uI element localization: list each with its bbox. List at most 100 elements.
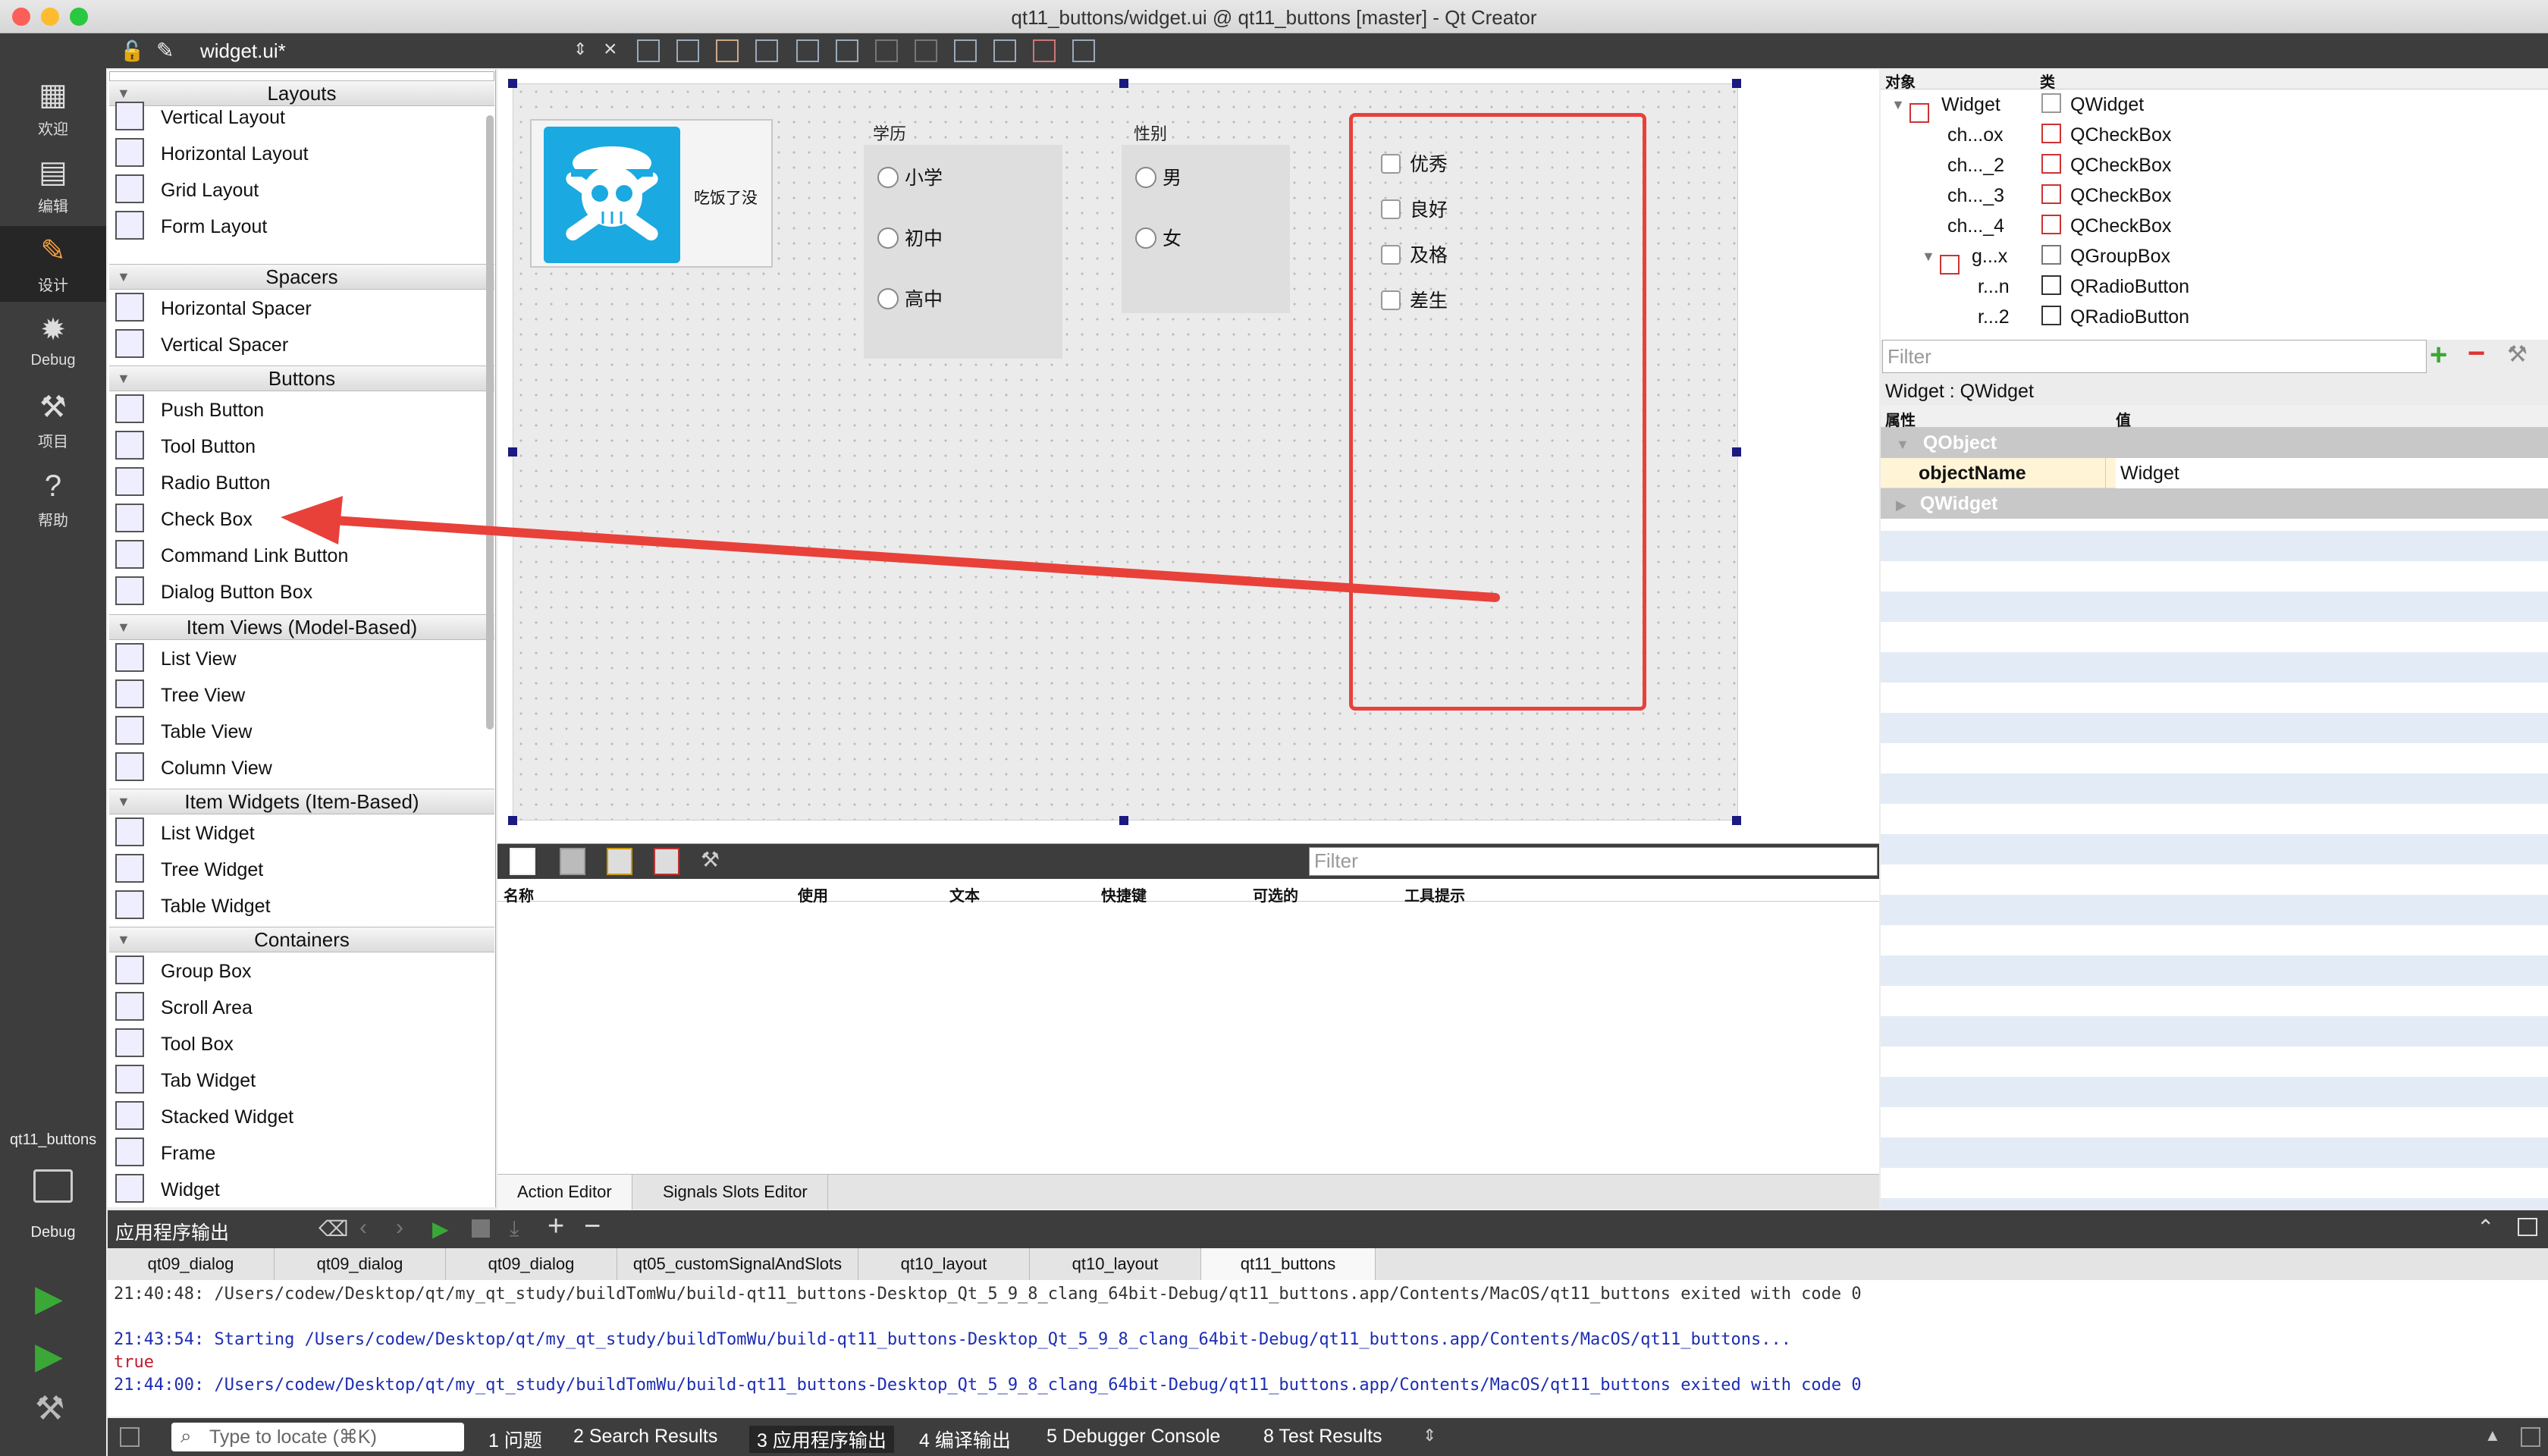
widget-item[interactable]: Vertical Spacer: [115, 328, 288, 362]
debug-run-icon[interactable]: ▶: [35, 1335, 63, 1377]
adjust-size-icon[interactable]: [1072, 39, 1095, 62]
widget-item[interactable]: Tool Button: [115, 429, 256, 464]
tab-action-editor[interactable]: Action Editor: [497, 1175, 632, 1210]
widget-category-header[interactable]: ▼ Spacers: [109, 264, 494, 290]
next-icon[interactable]: ›: [396, 1215, 403, 1241]
tool-button[interactable]: 吃饭了没: [530, 119, 773, 268]
property-filter-input[interactable]: Filter: [1882, 340, 2427, 373]
object-tree-row[interactable]: ch..._3 QCheckBox: [1881, 180, 2548, 211]
widget-item[interactable]: List View: [115, 642, 237, 676]
open-file-selector[interactable]: widget.ui*: [200, 39, 286, 63]
widget-item[interactable]: Table View: [115, 714, 252, 749]
edit-widgets-icon[interactable]: [637, 39, 660, 62]
selection-handle[interactable]: [1732, 79, 1741, 88]
mode-edit[interactable]: ▤ 编辑: [0, 147, 106, 223]
configure-icon[interactable]: ⚒: [2507, 341, 2528, 368]
widget-item[interactable]: Group Box: [115, 954, 252, 989]
widget-item[interactable]: Table Widget: [115, 889, 271, 924]
widget-item[interactable]: Dialog Button Box: [115, 575, 312, 610]
output-tab[interactable]: qt10_layout: [858, 1248, 1030, 1280]
radio-middle[interactable]: 初中: [877, 224, 943, 251]
widget-item[interactable]: Tool Box: [115, 1027, 234, 1062]
property-column-header[interactable]: 属性: [1885, 408, 1916, 430]
selection-handle[interactable]: [1119, 79, 1128, 88]
form-widget[interactable]: 吃饭了没 学历 小学 初中 高中 性别 男 女 优秀 良好 及格 差生: [513, 83, 1738, 821]
run-icon[interactable]: ▶: [35, 1277, 63, 1320]
property-value[interactable]: Widget: [2116, 458, 2548, 488]
edit-buddies-icon[interactable]: [716, 39, 739, 62]
mode-design[interactable]: ✎ 设计: [0, 226, 106, 302]
clear-output-icon[interactable]: ⌫: [318, 1216, 349, 1241]
widget-category-header[interactable]: ▼ Item Views (Model-Based): [109, 614, 494, 640]
output-tab[interactable]: qt05_customSignalAndSlots: [617, 1248, 858, 1280]
layout-horizontal-icon[interactable]: [796, 39, 819, 62]
locator-input[interactable]: ⌕ Type to locate (⌘K): [171, 1423, 464, 1451]
object-tree-row[interactable]: ch..._4 QCheckBox: [1881, 211, 2548, 241]
object-tree-row[interactable]: r...n QRadioButton: [1881, 271, 2548, 302]
widget-category-header[interactable]: ▼ Buttons: [109, 366, 494, 391]
more-panes-icon[interactable]: ⇕: [1423, 1426, 1436, 1445]
layout-splitter-h-icon[interactable]: [875, 39, 898, 62]
widget-item[interactable]: Stacked Widget: [115, 1100, 293, 1134]
copy-action-icon[interactable]: [560, 848, 585, 875]
build-hammer-icon[interactable]: ⚒: [35, 1389, 64, 1428]
mode-help[interactable]: ? 帮助: [0, 461, 106, 537]
monitor-icon[interactable]: [33, 1169, 73, 1203]
file-selector-arrows-icon[interactable]: ⇕: [573, 39, 587, 59]
widget-item[interactable]: Frame: [115, 1136, 215, 1171]
object-tree-row[interactable]: ch...ox QCheckBox: [1881, 120, 2548, 150]
widget-item[interactable]: Tree Widget: [115, 852, 263, 887]
widget-item[interactable]: Tab Widget: [115, 1063, 256, 1098]
mode-debug[interactable]: ✹ Debug: [0, 305, 106, 381]
widget-item[interactable]: Column View: [115, 751, 272, 786]
property-row-objectname[interactable]: objectName Widget: [1881, 458, 2548, 488]
pane-debugger-console[interactable]: 5 Debugger Console: [1046, 1426, 1220, 1448]
widget-category-header[interactable]: ▼ Containers: [109, 927, 494, 952]
selection-handle[interactable]: [508, 447, 517, 457]
selection-handle[interactable]: [1119, 816, 1128, 825]
object-column-header[interactable]: 对象: [1885, 70, 1916, 92]
mode-welcome[interactable]: ▦ 欢迎: [0, 70, 106, 146]
paste-action-icon[interactable]: [607, 848, 632, 875]
pane-search-results[interactable]: 2 Search Results: [573, 1426, 717, 1448]
widget-box-scrollbar[interactable]: [486, 115, 494, 730]
widget-item[interactable]: Check Box: [115, 502, 253, 537]
close-document-icon[interactable]: ×: [604, 36, 617, 62]
pane-compile-output[interactable]: 4 编译输出: [919, 1426, 1011, 1453]
remove-property-icon[interactable]: −: [2468, 337, 2485, 371]
pane-application-output[interactable]: 3 应用程序输出: [749, 1426, 894, 1453]
pane-issues[interactable]: 1 问题: [488, 1426, 542, 1453]
object-tree-row[interactable]: ▼ Widget QWidget: [1881, 89, 2548, 124]
radio-female[interactable]: 女: [1135, 224, 1181, 251]
layout-splitter-v-icon[interactable]: [915, 39, 937, 62]
add-property-icon[interactable]: +: [2430, 338, 2447, 372]
object-tree-row[interactable]: ▼ g...x QGroupBox: [1881, 241, 2548, 275]
output-tab[interactable]: qt11_buttons: [1201, 1248, 1376, 1280]
selection-handle[interactable]: [508, 816, 517, 825]
action-filter-input[interactable]: Filter: [1309, 847, 1878, 876]
edit-tab-order-icon[interactable]: [755, 39, 778, 62]
widget-item[interactable]: Grid Layout: [115, 173, 259, 208]
progress-toggle-icon[interactable]: ▲: [2484, 1426, 2501, 1445]
layout-grid-icon[interactable]: [993, 39, 1016, 62]
tree-expand-icon[interactable]: ▼: [1891, 89, 1905, 120]
object-tree-row[interactable]: r...2 QRadioButton: [1881, 302, 2548, 332]
widget-item[interactable]: Widget: [115, 1172, 220, 1207]
output-tab[interactable]: qt09_dialog: [446, 1248, 617, 1280]
toggle-output-icon[interactable]: [2521, 1427, 2540, 1447]
break-layout-icon[interactable]: [1033, 39, 1056, 62]
column-header[interactable]: 名称: [504, 883, 534, 905]
pane-test-results[interactable]: 8 Test Results: [1263, 1426, 1382, 1448]
maximize-pane-icon[interactable]: ⌃: [2477, 1215, 2494, 1240]
output-tab[interactable]: qt09_dialog: [108, 1248, 275, 1280]
column-header[interactable]: 可选的: [1253, 883, 1298, 905]
output-tab[interactable]: qt10_layout: [1030, 1248, 1201, 1280]
radio-male[interactable]: 男: [1135, 163, 1181, 190]
object-tree-row[interactable]: ch..._2 QCheckBox: [1881, 150, 2548, 180]
widget-item[interactable]: Scroll Area: [115, 990, 253, 1025]
close-pane-icon[interactable]: [2518, 1218, 2537, 1236]
group-qobject[interactable]: ▼ QObject: [1881, 428, 2548, 458]
zoom-in-icon[interactable]: +: [548, 1210, 564, 1243]
column-header[interactable]: 文本: [949, 883, 980, 905]
output-tab[interactable]: qt09_dialog: [275, 1248, 446, 1280]
